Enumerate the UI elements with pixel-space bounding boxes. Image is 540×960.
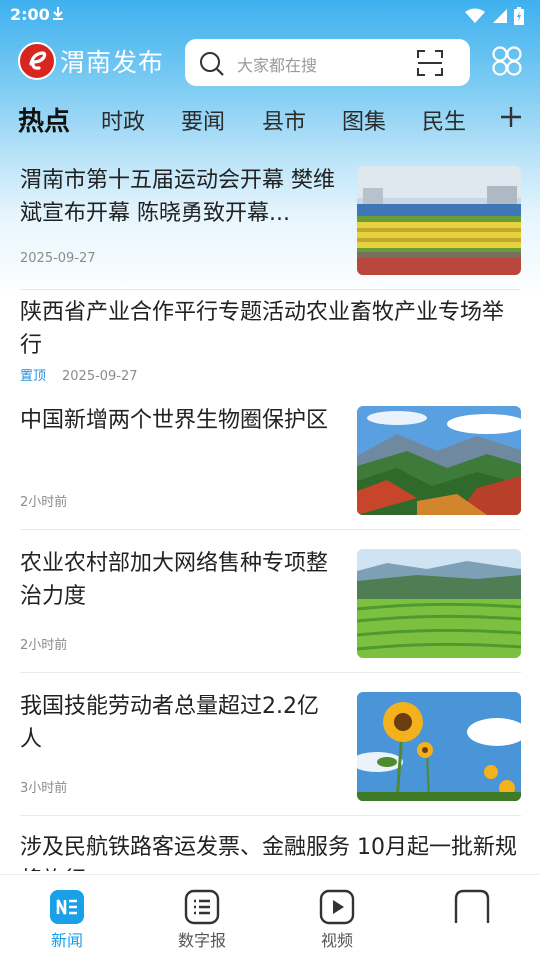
news-time: 2025-09-27 (20, 251, 96, 266)
news-title: 农业农村部加大网络售种专项整治力度 (20, 551, 329, 609)
news-title: 中国新增两个世界生物圈保护区 (20, 408, 329, 433)
tab-politics[interactable]: 时政 (101, 104, 145, 136)
news-time: 3小时前 (20, 781, 68, 796)
news-title: 涉及民航铁路客运发票、金融服务 10月起一批新规将施行 (20, 835, 517, 871)
news-item[interactable]: 涉及民航铁路客运发票、金融服务 10月起一批新规将施行 (20, 831, 521, 871)
digital-paper-icon (184, 889, 220, 925)
tab-livelihood[interactable]: 民生 (422, 104, 466, 136)
news-item[interactable]: 中国新增两个世界生物圈保护区 2小时前 (20, 404, 521, 515)
bottom-navigation: 新闻 数字报 视频 (0, 874, 540, 960)
tab-headlines[interactable]: 要闻 (181, 104, 225, 136)
add-channel-icon[interactable] (500, 106, 522, 128)
news-time: 2025-09-27 (62, 369, 138, 384)
pinned-badge: 置顶 (20, 369, 47, 384)
brand-mark-icon (18, 42, 56, 80)
category-tabs: 热点 时政 要闻 县市 图集 民生 (0, 98, 540, 142)
status-bar: 2:00 (0, 0, 540, 32)
app-logo: 渭南发布 (18, 42, 164, 80)
nav-service[interactable] (432, 889, 512, 927)
tab-gallery[interactable]: 图集 (342, 104, 386, 136)
search-icon (200, 52, 224, 76)
news-item[interactable]: 我国技能劳动者总量超过2.2亿人 3小时前 (20, 690, 521, 801)
nav-video-label: 视频 (320, 931, 353, 950)
news-thumbnail (357, 692, 521, 801)
news-item[interactable]: 农业农村部加大网络售种专项整治力度 2小时前 (20, 547, 521, 658)
app-header: 渭南发布 大家都在搜 (0, 38, 540, 88)
system-indicators (465, 7, 524, 25)
status-time: 2:00 (10, 5, 50, 24)
divider (20, 815, 521, 816)
nav-digital-paper-label: 数字报 (177, 931, 226, 950)
news-title: 渭南市第十五届运动会开幕 樊维斌宣布开幕 陈晓勇致开幕... (20, 168, 335, 226)
cell-signal-icon (493, 9, 507, 23)
search-bar[interactable]: 大家都在搜 (185, 39, 470, 86)
news-thumbnail (357, 549, 521, 658)
wifi-icon (465, 8, 485, 23)
news-time: 2小时前 (20, 638, 68, 653)
divider (20, 672, 521, 673)
news-item[interactable]: 陕西省产业合作平行专题活动农业畜牧产业专场举行 置顶 2025-09-27 (20, 296, 521, 386)
battery-icon (514, 7, 524, 25)
tab-counties[interactable]: 县市 (262, 104, 306, 136)
nav-digital-paper[interactable]: 数字报 (162, 889, 242, 951)
news-title: 我国技能劳动者总量超过2.2亿人 (20, 694, 319, 752)
news-time: 2小时前 (20, 495, 68, 510)
tab-hot[interactable]: 热点 (18, 101, 70, 138)
news-meta: 置顶 2025-09-27 (20, 365, 138, 384)
nav-video[interactable]: 视频 (297, 889, 377, 951)
app-name: 渭南发布 (60, 48, 165, 77)
divider (20, 529, 521, 530)
video-icon (319, 889, 355, 925)
service-icon (454, 889, 490, 925)
news-thumbnail (357, 406, 521, 515)
news-thumbnail (357, 166, 521, 275)
news-title: 陕西省产业合作平行专题活动农业畜牧产业专场举行 (20, 300, 505, 358)
apps-menu-icon[interactable] (491, 45, 523, 77)
nav-news[interactable]: 新闻 (27, 889, 107, 951)
divider (20, 289, 521, 290)
search-placeholder: 大家都在搜 (237, 56, 318, 75)
scan-icon[interactable] (416, 49, 444, 77)
nav-news-label: 新闻 (50, 931, 83, 950)
download-icon (53, 7, 63, 20)
news-icon (49, 889, 85, 925)
news-item[interactable]: 渭南市第十五届运动会开幕 樊维斌宣布开幕 陈晓勇致开幕... 2025-09-2… (20, 164, 521, 275)
